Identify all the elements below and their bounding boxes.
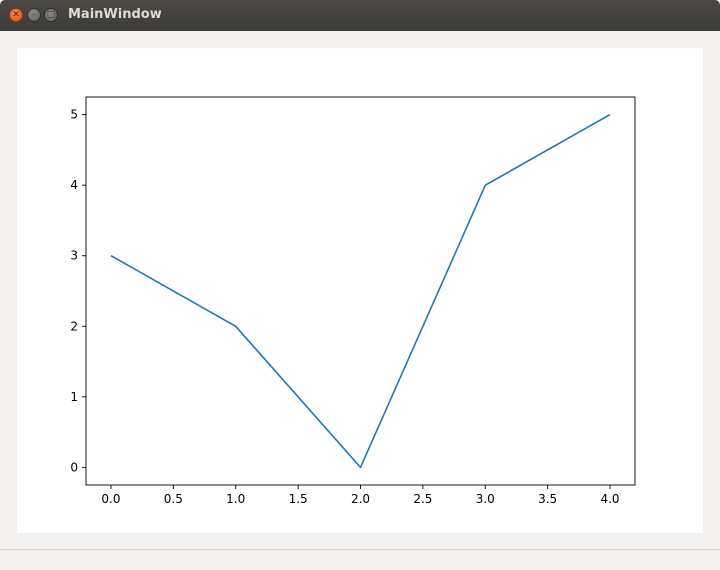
x-tick-label: 1.5 [289,492,308,506]
series-line-0 [110,113,611,469]
y-tick-label: 0 [70,460,78,474]
y-tick-label: 1 [70,390,78,404]
y-tick-label: 5 [70,108,78,122]
maximize-icon[interactable]: □ [44,8,58,22]
minimize-icon[interactable]: – [27,8,41,22]
x-tick-label: 1.0 [226,492,245,506]
line-chart: 0.0 0.5 1.0 1.5 2.0 2.5 3.0 3.5 4.0 0 1 2 3 4 5 [70,96,636,506]
x-tick-label: 0.5 [164,492,183,506]
figure-canvas: 0.0 0.5 1.0 1.5 2.0 2.5 3.0 3.5 4.0 0 1 2 3 4 5 [17,48,703,533]
x-tick-label: 2.5 [413,492,432,506]
x-tick-label: 3.5 [538,492,557,506]
y-tick-label: 4 [70,178,78,192]
x-tick-label: 3.0 [476,492,495,506]
x-tick-label: 4.0 [600,492,619,506]
x-tick-label: 0.0 [101,492,120,506]
x-tick-label: 2.0 [351,492,370,506]
plot-frame [85,96,636,486]
title-bar: ✕ – □ MainWindow [0,0,720,31]
y-tick-label: 3 [70,249,78,263]
status-bar [0,549,720,570]
window-title: MainWindow [68,7,162,22]
y-tick-label: 2 [70,319,78,333]
close-icon[interactable]: ✕ [9,8,23,22]
